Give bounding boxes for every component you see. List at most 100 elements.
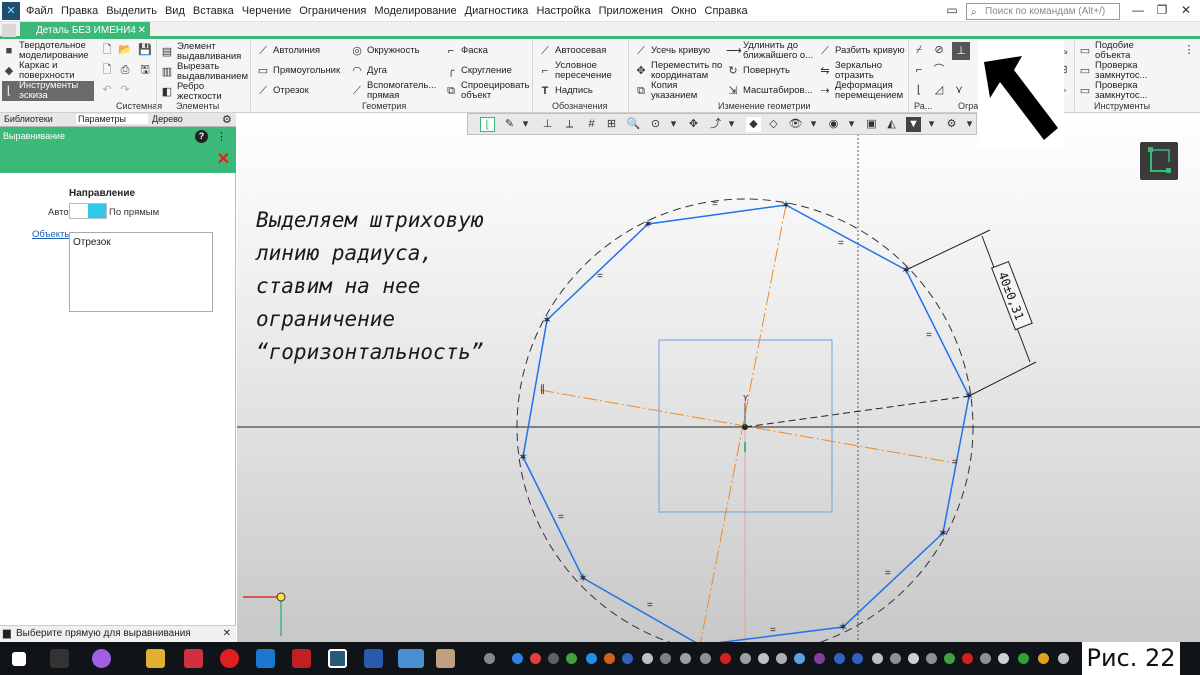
tray-icon[interactable] xyxy=(642,653,653,664)
tray-icon[interactable] xyxy=(680,653,691,664)
tray-icon[interactable] xyxy=(834,653,845,664)
menu-insert[interactable]: Вставка xyxy=(193,5,234,17)
auto-axis-button[interactable]: ⟋ Автоосевая xyxy=(538,45,606,57)
tray-icon[interactable] xyxy=(740,653,751,664)
extrude-button[interactable]: ▤ Элемент выдавливания xyxy=(160,42,242,62)
volume-icon[interactable] xyxy=(998,653,1009,664)
vertex-mark[interactable]: ✶ xyxy=(643,217,653,231)
sketch-canvas[interactable]: ✶ ✶ ✶ ✶ ✶ ✶ ✶ ✶ ✶ = = = = = = = = = ∥ 40… xyxy=(237,113,1200,642)
grid-icon[interactable]: ⊞ xyxy=(604,117,619,132)
wifi-icon[interactable] xyxy=(908,653,919,664)
direction-toggle[interactable] xyxy=(69,203,107,219)
help-icon[interactable]: ? xyxy=(195,130,208,143)
menu-constraints[interactable]: Ограничения xyxy=(299,5,366,17)
chevron-down-icon[interactable]: ▾ xyxy=(806,117,821,132)
new-doc-icon[interactable]: 🗋 xyxy=(100,63,114,77)
cancel-command-icon[interactable]: ✕ xyxy=(217,149,230,169)
hash-icon[interactable]: # xyxy=(584,117,599,132)
tray-icon[interactable] xyxy=(980,653,991,664)
restore-panel-icon[interactable]: ▭ xyxy=(944,2,960,18)
tab-parameters[interactable]: Параметры xyxy=(76,114,148,124)
vertex-mark[interactable]: ✶ xyxy=(838,620,848,634)
split-curve-button[interactable]: ⟋ Разбить кривую xyxy=(818,45,904,57)
explorer-icon[interactable] xyxy=(146,649,165,668)
tray-icon[interactable] xyxy=(926,653,937,664)
scale-button[interactable]: ⇲ Масштабиров... xyxy=(726,85,812,97)
mode-solid-modeling[interactable]: ■ Твердотельное моделирование xyxy=(2,41,94,61)
radial-dim-icon[interactable]: ⌊ xyxy=(912,83,926,97)
linear-dim-icon[interactable]: ⌐ xyxy=(912,63,926,77)
objects-link[interactable]: Объекты xyxy=(32,229,71,240)
layers-icon[interactable]: ◭ xyxy=(884,117,899,132)
display-icon[interactable]: ▣ xyxy=(864,117,879,132)
trim-curve-button[interactable]: ⟋ Усечь кривую xyxy=(634,45,710,57)
sketch-mode-icon[interactable]: ⌊ xyxy=(480,117,495,132)
menu-apps[interactable]: Приложения xyxy=(599,5,663,17)
menu-window[interactable]: Окно xyxy=(671,5,697,17)
bluetooth-icon[interactable] xyxy=(852,653,863,664)
fillet-button[interactable]: ╭ Скругление xyxy=(444,65,512,77)
word-icon[interactable] xyxy=(364,649,383,668)
tray-icon[interactable] xyxy=(660,653,671,664)
dashed-radius-line[interactable] xyxy=(744,395,970,428)
kompas-taskbar-icon[interactable] xyxy=(328,649,347,668)
vertex-mark[interactable]: ✶ xyxy=(938,526,948,540)
segment-button[interactable]: ⟋ Отрезок xyxy=(256,85,309,97)
tray-icon[interactable] xyxy=(962,653,973,664)
inscription-button[interactable]: T Надпись xyxy=(538,85,593,97)
objects-list-item[interactable]: Отрезок xyxy=(73,237,111,248)
document-tab[interactable]: Деталь БЕЗ ИМЕНИ4 ✕ xyxy=(20,22,150,39)
menu-file[interactable]: Файл xyxy=(26,5,53,17)
battery-icon[interactable] xyxy=(872,653,883,664)
tray-icon[interactable] xyxy=(890,653,901,664)
vertex-mark[interactable]: ✶ xyxy=(578,571,588,585)
tray-icon[interactable] xyxy=(1018,653,1029,664)
rectangle-button[interactable]: ▭ Прямоугольник xyxy=(256,65,340,77)
filter-icon[interactable]: ▼ xyxy=(906,117,921,132)
chevron-down-icon[interactable]: ▾ xyxy=(666,117,681,132)
arc-button[interactable]: ◠ Дуга xyxy=(350,65,387,77)
horizontal-constraint-icon[interactable]: ⊥ xyxy=(952,42,970,60)
dimension-label-group[interactable]: 40±0,31 xyxy=(991,260,1033,331)
sketch-drawing[interactable]: ✶ ✶ ✶ ✶ ✶ ✶ ✶ ✶ ✶ = = = = = = = = = ∥ 40… xyxy=(237,113,1200,642)
auto-dim-icon[interactable]: ⋎ xyxy=(952,83,966,97)
tray-icon[interactable] xyxy=(794,653,805,664)
tree-view-icon[interactable]: ⋮ xyxy=(216,130,227,143)
menu-view[interactable]: Вид xyxy=(165,5,185,17)
chamfer-button[interactable]: ⌐ Фаска xyxy=(444,45,488,57)
menu-edit[interactable]: Правка xyxy=(61,5,98,17)
vertex-mark[interactable]: ✶ xyxy=(518,450,528,464)
open-folder-icon[interactable]: 📂 xyxy=(118,43,132,57)
app-icon-2[interactable] xyxy=(398,649,424,668)
settings-view-icon[interactable]: ⚙ xyxy=(944,117,959,132)
zoom-fit-icon[interactable]: ⊙ xyxy=(648,117,663,132)
tab-libraries[interactable]: Библиотеки xyxy=(4,114,53,124)
tray-icon[interactable] xyxy=(700,653,711,664)
cut-extrude-button[interactable]: ▥ Вырезать выдавливанием xyxy=(160,62,248,82)
move-coords-button[interactable]: ✥ Переместить по координатам xyxy=(634,61,722,81)
circle-button[interactable]: ◎ Окружность xyxy=(350,45,419,57)
rib-button[interactable]: ◧ Ребро жесткости xyxy=(160,82,222,102)
mode-wireframe[interactable]: ◆ Каркас и поверхности xyxy=(2,61,94,81)
undo-icon[interactable]: ↶ xyxy=(100,83,114,97)
select-filter-icon[interactable]: ✎ xyxy=(502,117,517,132)
people-icon[interactable] xyxy=(484,653,495,664)
print-icon[interactable]: ⎙ xyxy=(118,63,132,77)
close-icon[interactable]: ✕ xyxy=(1178,2,1194,18)
deform-button[interactable]: ⇢ Деформация перемещением xyxy=(818,81,903,101)
tray-icon[interactable] xyxy=(814,653,825,664)
tray-icon[interactable] xyxy=(604,653,615,664)
assistant-icon[interactable] xyxy=(92,649,111,668)
angle-dim-icon[interactable]: ⌒ xyxy=(932,63,946,77)
tray-icon[interactable] xyxy=(548,653,559,664)
wire-cube-icon[interactable]: ◇ xyxy=(766,117,781,132)
new-file-icon[interactable]: 🗋 xyxy=(100,43,114,57)
close-tab-icon[interactable]: ✕ xyxy=(138,22,146,39)
save-icon[interactable]: 💾 xyxy=(138,43,152,57)
mirror-button[interactable]: ⇋ Зеркально отразить xyxy=(818,61,882,81)
offset-object-button[interactable]: ▭ Подобие объекта xyxy=(1078,41,1134,61)
menu-select[interactable]: Выделить xyxy=(106,5,157,17)
opera-icon[interactable] xyxy=(220,649,239,668)
tray-icon[interactable] xyxy=(586,653,597,664)
conditional-intersection-button[interactable]: ⌐ Условное пересечение xyxy=(538,61,612,81)
